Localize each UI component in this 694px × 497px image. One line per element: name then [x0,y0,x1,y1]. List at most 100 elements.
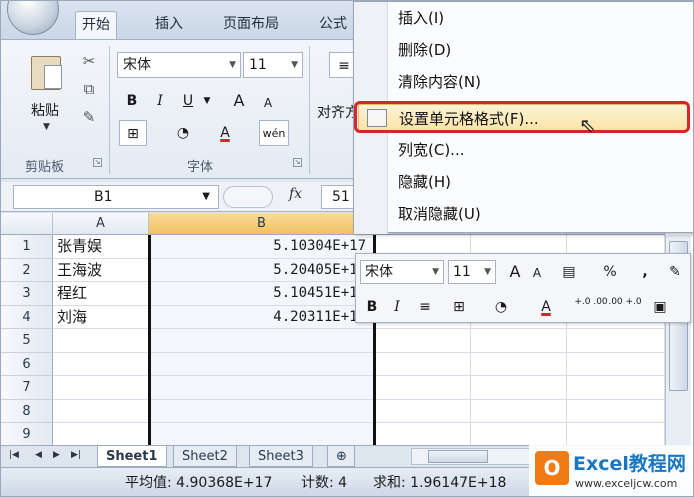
cell-a[interactable]: 王海波 [53,258,149,282]
fill-color-icon[interactable]: ◔ [169,120,197,146]
menu-item-clear-contents[interactable]: 清除内容(N) [398,68,481,96]
cell-empty[interactable] [375,329,471,353]
cell-a[interactable]: 张青娱 [53,235,149,259]
cell-a[interactable] [53,399,149,423]
mini-format-painter-icon[interactable]: ✎ [664,261,686,283]
row-header[interactable]: 9 [1,423,53,447]
tab-formulas[interactable]: 公式 [313,11,353,39]
chevron-down-icon[interactable]: ▼ [202,186,210,208]
font-launcher-icon[interactable]: ↘ [293,158,302,167]
row-header[interactable]: 1 [1,235,53,259]
grow-font-button[interactable]: A [227,88,251,114]
menu-item-hide[interactable]: 隐藏(H) [398,168,451,196]
sheet-tab-3[interactable]: Sheet3 [249,446,313,467]
cell-a[interactable] [53,352,149,376]
mini-borders-icon[interactable]: ⊞ [446,296,472,318]
cell-empty[interactable] [375,376,471,400]
mini-shrink-font-button[interactable]: A [528,262,546,284]
cell-empty[interactable] [567,352,665,376]
borders-icon[interactable]: ⊞ [119,120,147,146]
cell-empty[interactable] [375,352,471,376]
chevron-down-icon[interactable]: ▼ [291,53,298,77]
cell-b[interactable]: 5.10451E+17 [149,282,375,306]
cell-b[interactable] [149,352,375,376]
mini-fill-color-icon[interactable]: ◔ [488,296,514,318]
name-box[interactable]: B1 ▼ [13,185,219,209]
tab-home[interactable]: 开始 [75,11,117,39]
mini-font-size-combo[interactable]: 11 ▼ [448,260,496,284]
cell-empty[interactable] [471,423,567,447]
cut-icon[interactable]: ✂ [79,52,99,70]
mini-decrease-decimal-button[interactable]: .00 +.0 [608,297,642,319]
cell-empty[interactable] [375,423,471,447]
next-sheet-icon[interactable]: ▶ [53,450,60,460]
row-header[interactable]: 6 [1,352,53,376]
tab-page-layout[interactable]: 页面布局 [217,11,285,39]
paste-button[interactable]: 粘贴 ▼ [21,50,73,142]
cell-a[interactable] [53,423,149,447]
sheet-tab-2[interactable]: Sheet2 [173,446,237,467]
mini-percent-button[interactable]: % [600,261,620,283]
cell-empty[interactable] [567,329,665,353]
row-header[interactable]: 2 [1,258,53,282]
format-painter-icon[interactable]: ✎ [79,108,99,126]
chevron-down-icon[interactable]: ▼ [201,88,213,114]
row-header[interactable]: 8 [1,399,53,423]
insert-function-button[interactable]: fx [289,186,302,202]
office-button[interactable] [7,1,59,35]
font-name-combo[interactable]: 宋体 ▼ [117,52,241,78]
copy-icon[interactable]: ⧉ [79,80,99,98]
font-size-combo[interactable]: 11 ▼ [243,52,303,78]
underline-button[interactable]: U [177,88,199,114]
cell-a[interactable] [53,376,149,400]
cell-a[interactable]: 程红 [53,282,149,306]
mini-italic-button[interactable]: I [388,296,406,318]
menu-item-column-width[interactable]: 列宽(C)... [398,136,464,164]
mini-font-color-button[interactable]: A [534,296,558,318]
cell-empty[interactable] [471,376,567,400]
row-header[interactable]: 3 [1,282,53,306]
prev-sheet-icon[interactable]: ◀ [35,450,42,460]
formula-bar-divider-handle[interactable] [223,186,273,208]
mini-accounting-format-icon[interactable]: ▤ [556,261,582,283]
row-header[interactable]: 7 [1,376,53,400]
cell-b[interactable]: 5.10304E+17 [149,235,375,259]
cell-b[interactable]: 4.20311E+17 [149,305,375,329]
column-header-a[interactable]: A [53,213,149,235]
cell-b[interactable] [149,376,375,400]
cell-b[interactable] [149,399,375,423]
cell-empty[interactable] [567,423,665,447]
cell-a[interactable]: 刘海 [53,305,149,329]
menu-item-insert[interactable]: 插入(I) [398,4,444,32]
mini-increase-decimal-button[interactable]: +.0 .00 [574,297,608,319]
cell-b[interactable]: 5.20405E+17 [149,258,375,282]
chevron-down-icon[interactable]: ▼ [484,261,491,283]
chevron-down-icon[interactable]: ▼ [432,261,439,283]
phonetic-guide-button[interactable]: wén [259,120,289,146]
column-header-b[interactable]: B [149,213,375,235]
scroll-thumb[interactable] [428,450,488,463]
cell-empty[interactable] [375,399,471,423]
mini-merge-center-icon[interactable]: ▣ [648,296,672,318]
chevron-down-icon[interactable]: ▼ [229,53,236,77]
cell-a[interactable] [53,329,149,353]
mini-font-name-combo[interactable]: 宋体 ▼ [360,260,444,284]
cell-empty[interactable] [471,399,567,423]
new-sheet-icon[interactable]: ⊕ [327,446,355,467]
row-header[interactable]: 4 [1,305,53,329]
cell-empty[interactable] [471,352,567,376]
cell-empty[interactable] [471,329,567,353]
cell-b[interactable] [149,423,375,447]
menu-item-delete[interactable]: 删除(D) [398,36,451,64]
cell-b[interactable] [149,329,375,353]
menu-item-unhide[interactable]: 取消隐藏(U) [398,200,481,228]
tab-insert[interactable]: 插入 [149,11,189,39]
clipboard-launcher-icon[interactable]: ↘ [93,158,102,167]
row-header[interactable]: 5 [1,329,53,353]
shrink-font-button[interactable]: A [257,90,279,116]
mini-center-icon[interactable]: ≡ [414,296,436,318]
mini-comma-button[interactable]: , [638,261,652,283]
mini-bold-button[interactable]: B [362,296,382,318]
font-color-button[interactable]: A [213,120,237,146]
bold-button[interactable]: B [121,88,143,114]
